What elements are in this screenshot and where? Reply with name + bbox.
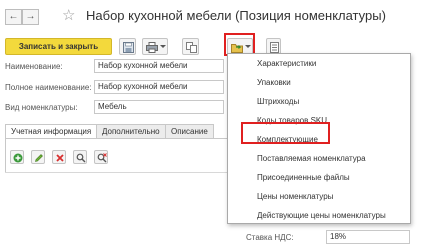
favorite-star-icon[interactable]: ☆ <box>62 6 75 24</box>
item-kind-label: Вид номенклатуры: <box>5 103 78 112</box>
full-name-label: Полное наименование: <box>5 83 92 92</box>
print-menu-button[interactable] <box>142 38 168 55</box>
forward-arrow-icon: → <box>25 11 36 22</box>
full-name-field[interactable]: Набор кухонной мебели <box>94 80 224 94</box>
items-list[interactable] <box>5 172 239 244</box>
name-field[interactable]: Набор кухонной мебели <box>94 59 224 73</box>
edit-button[interactable] <box>31 150 45 164</box>
delete-button[interactable] <box>52 150 66 164</box>
forward-button[interactable]: → <box>22 9 39 25</box>
save-and-close-button[interactable]: Записать и закрыть <box>5 38 112 55</box>
item-kind-field[interactable]: Мебель <box>94 100 224 114</box>
back-button[interactable]: ← <box>5 9 22 25</box>
document-list-icon <box>270 42 279 53</box>
copy-button[interactable] <box>182 38 199 55</box>
tab-additional[interactable]: Дополнительно <box>96 124 166 139</box>
back-arrow-icon: ← <box>8 11 19 22</box>
vat-rate-label: Ставка НДС: <box>246 233 294 242</box>
chevron-down-icon <box>160 45 166 48</box>
components-highlight <box>241 122 330 144</box>
name-label: Наименование: <box>5 62 63 71</box>
copy-documents-icon <box>186 42 197 53</box>
menu-item-current-prices[interactable]: Действующие цены номенклатуры <box>228 206 410 225</box>
plus-icon <box>13 153 23 163</box>
tab-description[interactable]: Описание <box>165 124 214 139</box>
add-button[interactable] <box>10 150 24 164</box>
save-button[interactable] <box>119 38 136 55</box>
menu-item-item-prices[interactable]: Цены номенклатуры <box>228 187 410 206</box>
search-cancel-icon <box>97 153 107 163</box>
search-icon <box>76 153 86 163</box>
menu-item-packages[interactable]: Упаковки <box>228 73 410 92</box>
vat-rate-field[interactable]: 18% <box>326 230 410 244</box>
cancel-search-button[interactable] <box>94 150 108 164</box>
red-x-icon <box>56 154 64 162</box>
menu-item-characteristics[interactable]: Характеристики <box>228 54 410 73</box>
printer-icon <box>146 42 158 53</box>
floppy-disk-icon <box>123 42 134 53</box>
menu-item-supplied-items[interactable]: Поставляемая номенклатура <box>228 149 410 168</box>
tab-accounting-info[interactable]: Учетная информация <box>5 124 98 139</box>
menu-item-barcodes[interactable]: Штрихкоды <box>228 92 410 111</box>
menu-item-attached-files[interactable]: Присоединенные файлы <box>228 168 410 187</box>
page-title: Набор кухонной мебели (Позиция номенклат… <box>86 8 386 23</box>
pencil-icon <box>35 154 43 162</box>
search-button[interactable] <box>73 150 87 164</box>
